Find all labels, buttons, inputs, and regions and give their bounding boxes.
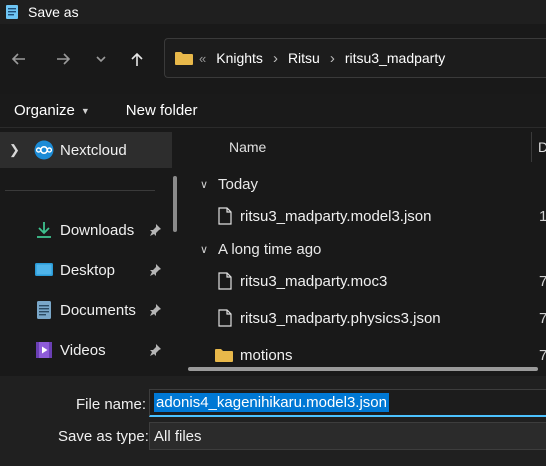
file-icon [218, 272, 232, 290]
title-bar: Save as [0, 0, 546, 24]
organize-label: Organize [14, 102, 75, 119]
breadcrumb-separator-icon[interactable]: › [330, 50, 335, 67]
save-type-select[interactable]: All files [149, 422, 546, 450]
file-name: motions [240, 346, 293, 364]
recent-locations-button[interactable] [88, 46, 114, 72]
nextcloud-icon [34, 140, 54, 160]
breadcrumb-ritsu[interactable]: Ritsu [288, 50, 320, 66]
sidebar-item-label: Videos [60, 341, 106, 359]
file-name: ritsu3_madparty.moc3 [240, 272, 388, 290]
organize-button[interactable]: Organize ▼ [14, 102, 90, 119]
file-name-value[interactable]: adonis4_kagenihikaru.model3.json [154, 393, 389, 412]
new-folder-button[interactable]: New folder [126, 102, 198, 119]
sidebar-divider [5, 190, 155, 191]
command-bar: Organize ▼ New folder [0, 94, 546, 128]
folder-icon [175, 52, 193, 65]
pin-icon[interactable] [148, 343, 162, 357]
download-icon [37, 222, 51, 238]
file-row[interactable]: ritsu3_madparty.physics3.json 7 [188, 301, 546, 335]
group-label: Today [218, 175, 259, 193]
sidebar-item-label: Downloads [60, 221, 135, 239]
file-name-label: File name: [76, 396, 147, 413]
file-name: ritsu3_madparty.physics3.json [240, 309, 441, 327]
file-date: 1 [539, 207, 546, 225]
window-title: Save as [28, 4, 79, 20]
sidebar-item-downloads[interactable]: Downloads [0, 212, 172, 248]
horizontal-scrollbar[interactable] [188, 366, 546, 372]
address-bar[interactable]: « Knights › Ritsu › ritsu3_madparty [164, 38, 546, 78]
column-header: Name D [188, 128, 546, 166]
arrow-left-icon [11, 53, 25, 65]
breadcrumb-overflow[interactable]: « [199, 51, 206, 66]
forward-button[interactable] [50, 46, 76, 72]
chevron-down-icon: ∨ [200, 243, 209, 256]
column-header-name[interactable]: Name [229, 139, 266, 155]
file-name: ritsu3_madparty.model3.json [240, 207, 432, 225]
column-header-date[interactable]: D [538, 139, 546, 155]
sidebar-item-label: Nextcloud [60, 141, 127, 159]
sidebar-item-documents[interactable]: Documents [0, 292, 172, 328]
caret-down-icon: ▼ [80, 105, 90, 116]
file-list: Name D ∨ Today ritsu3_madparty.model3.js… [188, 128, 546, 376]
breadcrumb-ritsu3-madparty[interactable]: ritsu3_madparty [345, 50, 445, 66]
sidebar-item-desktop[interactable]: Desktop [0, 252, 172, 288]
file-date: 7 [539, 346, 546, 364]
group-header-long-ago[interactable]: ∨ A long time ago [188, 236, 546, 262]
documents-icon [37, 301, 51, 319]
breadcrumb-knights[interactable]: Knights [216, 50, 263, 66]
chevron-right-icon[interactable]: ❯ [9, 142, 20, 158]
file-date: 7 [539, 309, 546, 327]
videos-icon [36, 342, 52, 358]
up-button[interactable] [124, 46, 150, 72]
breadcrumb-separator-icon[interactable]: › [273, 50, 278, 67]
group-header-today[interactable]: ∨ Today [188, 171, 546, 197]
file-name-input[interactable]: adonis4_kagenihikaru.model3.json [149, 389, 546, 417]
sidebar-scrollbar[interactable] [173, 176, 177, 232]
file-row[interactable]: ritsu3_madparty.moc3 7 [188, 264, 546, 298]
file-icon [218, 207, 232, 225]
sidebar-item-videos[interactable]: Videos [0, 332, 172, 368]
pin-icon[interactable] [148, 263, 162, 277]
sidebar-item-label: Documents [60, 301, 136, 319]
group-label: A long time ago [218, 240, 322, 258]
notepad-icon [6, 5, 18, 19]
sidebar-item-label: Desktop [60, 261, 116, 279]
file-date: 7 [539, 272, 546, 290]
navigation-pane: ❯ Nextcloud Downloads Desktop Documents … [0, 128, 188, 376]
sidebar-item-nextcloud[interactable]: ❯ Nextcloud [0, 132, 172, 168]
save-form: File name: adonis4_kagenihikaru.model3.j… [0, 376, 546, 466]
file-row[interactable]: ritsu3_madparty.model3.json 1 [188, 199, 546, 233]
save-type-value: All files [154, 427, 202, 445]
scrollbar-thumb[interactable] [188, 367, 538, 371]
chevron-down-icon: ∨ [200, 178, 209, 191]
arrow-right-icon [57, 53, 71, 65]
pin-icon[interactable] [148, 303, 162, 317]
navigation-bar: « Knights › Ritsu › ritsu3_madparty [0, 24, 546, 94]
pin-icon[interactable] [148, 223, 162, 237]
save-type-label: Save as type: [58, 428, 149, 445]
arrow-up-icon [131, 52, 143, 66]
chevron-down-icon [96, 56, 106, 63]
file-icon [218, 309, 232, 327]
folder-icon [215, 349, 233, 362]
desktop-icon [35, 263, 53, 276]
column-divider[interactable] [531, 132, 532, 162]
back-button[interactable] [6, 46, 32, 72]
